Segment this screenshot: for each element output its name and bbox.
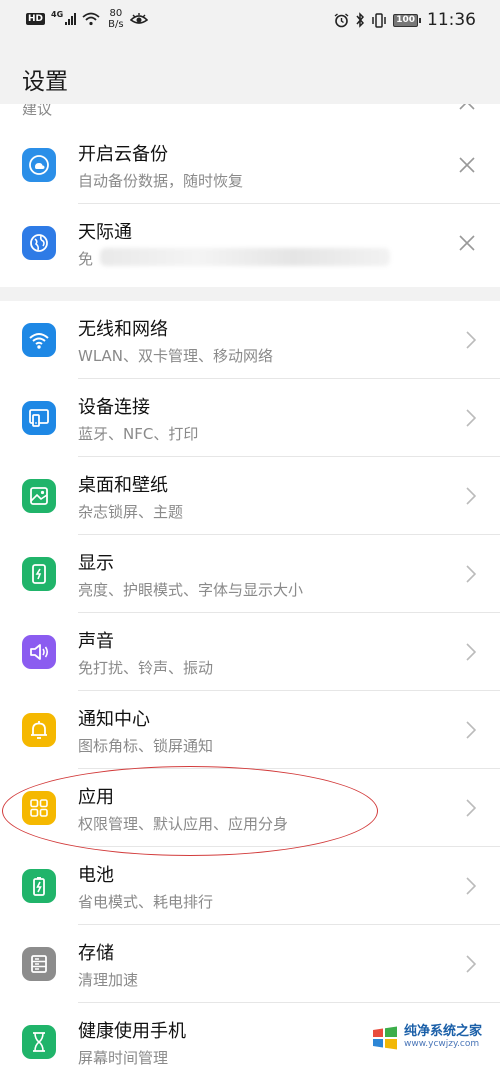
watermark-url: www.ycwjzy.com (404, 1039, 480, 1049)
network-speed: 80 B/s (108, 8, 124, 30)
vibrate-icon (372, 12, 386, 28)
clock: 11:36 (427, 10, 476, 30)
apps-grid-icon (22, 791, 56, 825)
settings-item-storage[interactable]: 存储 清理加速 (0, 925, 500, 1003)
settings-item-wallpaper[interactable]: 桌面和壁纸 杂志锁屏、主题 (0, 457, 500, 535)
bluetooth-icon (356, 12, 365, 28)
chevron-right-icon (466, 331, 476, 349)
battery-status-icon: 100 (393, 13, 421, 27)
settings-item-title: 无线和网络 (78, 319, 168, 340)
sound-icon (22, 635, 56, 669)
settings-item-battery[interactable]: 电池 省电模式、耗电排行 (0, 847, 500, 925)
suggestion-subtitle: 免 (78, 250, 94, 268)
chevron-right-icon (466, 955, 476, 973)
chevron-right-icon (466, 643, 476, 661)
settings-item-subtitle: 杂志锁屏、主题 (78, 503, 184, 521)
settings-item-subtitle: 图标角标、锁屏通知 (78, 737, 214, 755)
globe-icon (22, 226, 56, 260)
settings-item-subtitle: 蓝牙、NFC、打印 (78, 425, 199, 443)
settings-item-subtitle: 清理加速 (78, 971, 139, 989)
display-icon (22, 557, 56, 591)
wifi-icon (22, 323, 56, 357)
windows-logo-icon (373, 1026, 397, 1050)
suggestion-title: 天际通 (78, 222, 132, 243)
header: 设置 (0, 44, 500, 108)
settings-item-title: 设备连接 (78, 397, 150, 418)
network-type: 4G (51, 9, 64, 19)
settings-item-title: 显示 (78, 553, 114, 574)
settings-item-title: 桌面和壁纸 (78, 475, 168, 496)
settings-item-subtitle: WLAN、双卡管理、移动网络 (78, 347, 274, 365)
wallpaper-icon (22, 479, 56, 513)
page-title: 设置 (22, 69, 68, 95)
chevron-right-icon (466, 721, 476, 739)
settings-item-title: 声音 (78, 631, 114, 652)
suggestions-label: 建议 (22, 104, 53, 118)
signal-icon (65, 13, 77, 25)
suggestion-subtitle: 自动备份数据，随时恢复 (78, 172, 244, 190)
suggestions-header: 建议 (0, 104, 500, 122)
eye-icon (129, 13, 148, 24)
settings-item-subtitle: 省电模式、耗电排行 (78, 893, 214, 911)
settings-item-notifications[interactable]: 通知中心 图标角标、锁屏通知 (0, 691, 500, 769)
storage-icon (22, 947, 56, 981)
settings-item-title: 通知中心 (78, 709, 150, 730)
close-icon[interactable] (458, 234, 476, 252)
suggestion-title: 开启云备份 (78, 144, 168, 165)
blurred-text (100, 248, 390, 266)
cloud-backup-icon (22, 148, 56, 182)
settings-item-apps[interactable]: 应用 权限管理、默认应用、应用分身 (0, 769, 500, 847)
settings-item-title: 电池 (78, 865, 114, 886)
chevron-right-icon (466, 409, 476, 427)
settings-item-subtitle: 权限管理、默认应用、应用分身 (78, 815, 289, 833)
hourglass-icon (22, 1025, 56, 1059)
settings-item-sound[interactable]: 声音 免打扰、铃声、振动 (0, 613, 500, 691)
chevron-right-icon (466, 565, 476, 583)
wifi-status-icon (82, 12, 100, 26)
settings-item-device-connection[interactable]: 设备连接 蓝牙、NFC、打印 (0, 379, 500, 457)
section-gap (0, 287, 500, 301)
chevron-right-icon (466, 799, 476, 817)
status-bar: HD 4G 80 B/s 100 11:36 (0, 0, 500, 44)
close-icon[interactable] (458, 156, 476, 174)
settings-item-title: 健康使用手机 (78, 1021, 186, 1042)
bell-icon (22, 713, 56, 747)
device-connect-icon (22, 401, 56, 435)
chevron-up-icon[interactable] (458, 104, 476, 116)
watermark: 纯净系统之家 www.ycwjzy.com (370, 1019, 500, 1057)
settings-item-subtitle: 免打扰、铃声、振动 (78, 659, 214, 677)
chevron-right-icon (466, 487, 476, 505)
suggestion-item-tianjitong[interactable]: 天际通 免 (0, 204, 500, 282)
alarm-icon (334, 12, 349, 27)
watermark-title: 纯净系统之家 (404, 1024, 483, 1039)
battery-icon (22, 869, 56, 903)
settings-item-subtitle: 屏幕时间管理 (78, 1049, 169, 1067)
chevron-right-icon (466, 877, 476, 895)
settings-item-title: 应用 (78, 787, 114, 808)
settings-item-title: 存储 (78, 943, 114, 964)
settings-item-subtitle: 亮度、护眼模式、字体与显示大小 (78, 581, 304, 599)
hd-badge: HD (26, 13, 46, 25)
settings-item-wireless[interactable]: 无线和网络 WLAN、双卡管理、移动网络 (0, 301, 500, 379)
suggestion-item-cloud-backup[interactable]: 开启云备份 自动备份数据，随时恢复 (0, 126, 500, 204)
settings-item-display[interactable]: 显示 亮度、护眼模式、字体与显示大小 (0, 535, 500, 613)
